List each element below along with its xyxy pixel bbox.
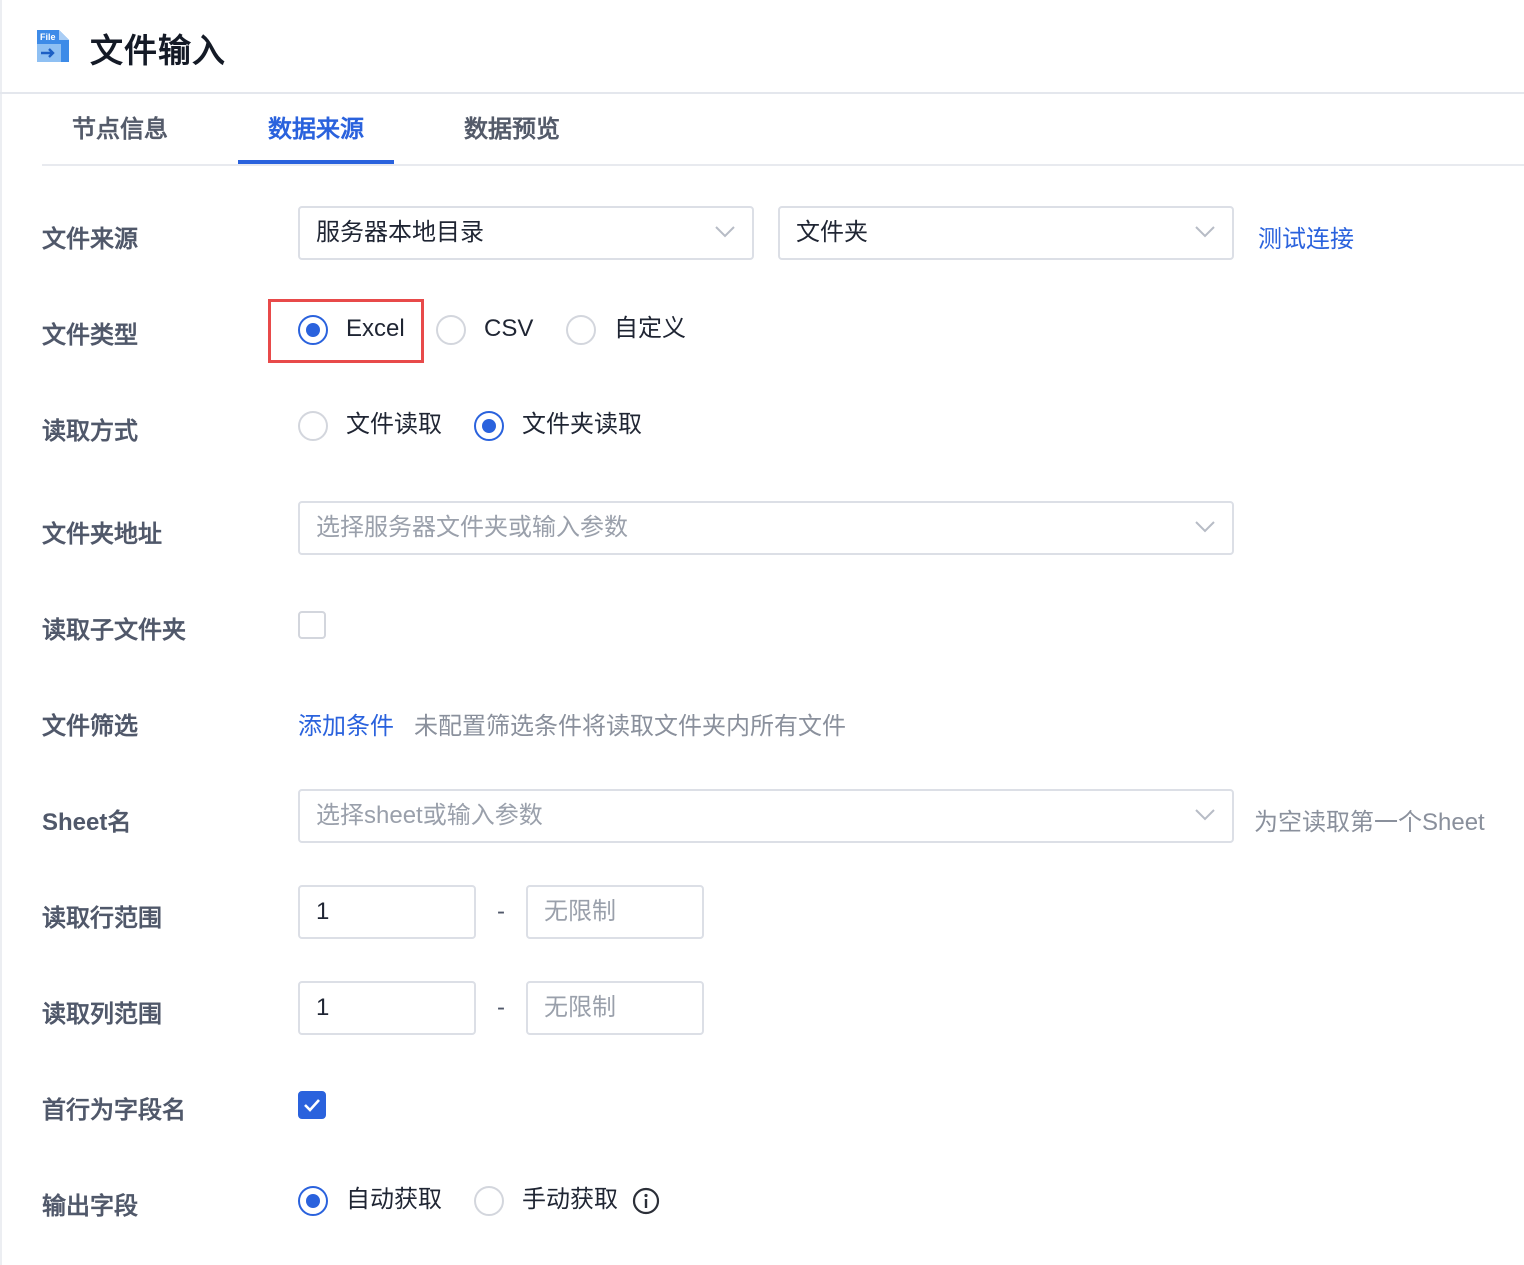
sheet-name-placeholder: 选择sheet或输入参数 <box>316 802 543 829</box>
tab-data-source[interactable]: 数据来源 <box>238 96 394 164</box>
active-tab-indicator <box>238 160 394 164</box>
range-separator: - <box>497 994 505 1021</box>
folder-path-select[interactable]: 选择服务器文件夹或输入参数 <box>298 501 1234 555</box>
first-row-header-checkbox[interactable] <box>298 1091 326 1119</box>
add-condition-link[interactable]: 添加条件 <box>298 706 394 741</box>
read-subfolder-checkbox[interactable] <box>298 611 326 639</box>
col-range-start-input[interactable] <box>300 983 474 1033</box>
radio-circle <box>298 411 328 441</box>
file-type-label: 文件类型 <box>42 322 138 349</box>
radio-circle <box>566 315 596 345</box>
source-type-select[interactable]: 文件夹 <box>778 206 1234 260</box>
range-separator: - <box>497 898 505 925</box>
sheet-name-select[interactable]: 选择sheet或输入参数 <box>298 789 1234 843</box>
file-filter-label: 文件筛选 <box>42 713 138 740</box>
radio-label: CSV <box>484 315 534 342</box>
radio-label: 文件读取 <box>346 411 442 438</box>
radio-circle <box>436 315 466 345</box>
read-subfolder-label: 读取子文件夹 <box>42 617 186 644</box>
page-title: 文件输入 <box>90 32 226 69</box>
row-range-start-input[interactable] <box>300 887 474 937</box>
file-input-icon: File <box>37 30 69 62</box>
col-range-start-field[interactable] <box>298 981 476 1035</box>
radio-label: 文件夹读取 <box>522 411 642 438</box>
chevron-down-icon <box>1195 809 1215 821</box>
file-filter-hint: 未配置筛选条件将读取文件夹内所有文件 <box>414 713 846 740</box>
panel-header: File 文件输入 <box>0 0 1524 94</box>
file-source-label: 文件来源 <box>42 226 138 253</box>
sheet-name-label: Sheet名 <box>42 809 132 836</box>
folder-path-placeholder: 选择服务器文件夹或输入参数 <box>316 514 628 541</box>
source-type-select-value: 文件夹 <box>796 219 868 246</box>
row-range-start-field[interactable] <box>298 885 476 939</box>
panel-left-border <box>0 0 2 1265</box>
first-row-header-label: 首行为字段名 <box>42 1097 186 1124</box>
radio-label: 手动获取 <box>522 1186 618 1213</box>
checkmark-icon <box>304 1099 320 1112</box>
radio-label: 自动获取 <box>346 1186 442 1213</box>
radio-circle <box>298 1186 328 1216</box>
radio-circle <box>474 1186 504 1216</box>
file-source-select[interactable]: 服务器本地目录 <box>298 206 754 260</box>
sheet-name-hint: 为空读取第一个Sheet <box>1254 809 1485 836</box>
folder-path-label: 文件夹地址 <box>42 521 162 548</box>
row-range-end-field[interactable] <box>526 885 704 939</box>
radio-circle <box>298 315 328 345</box>
tab-node-info[interactable]: 节点信息 <box>42 96 198 164</box>
col-range-end-field[interactable] <box>526 981 704 1035</box>
col-range-end-input[interactable] <box>528 983 702 1033</box>
read-mode-label: 读取方式 <box>42 418 138 445</box>
tab-data-preview[interactable]: 数据预览 <box>434 96 590 164</box>
info-icon[interactable] <box>632 1187 660 1215</box>
file-source-select-value: 服务器本地目录 <box>316 219 484 246</box>
row-range-end-input[interactable] <box>528 887 702 937</box>
radio-label: Excel <box>346 315 405 342</box>
test-connection-link[interactable]: 测试连接 <box>1258 219 1354 254</box>
chevron-down-icon <box>1195 226 1215 238</box>
radio-circle <box>474 411 504 441</box>
output-fields-label: 输出字段 <box>42 1193 138 1220</box>
col-range-label: 读取列范围 <box>42 1001 162 1028</box>
radio-label: 自定义 <box>614 315 686 342</box>
row-range-label: 读取行范围 <box>42 905 162 932</box>
svg-text:File: File <box>40 32 56 42</box>
tab-bar: 节点信息 数据来源 数据预览 <box>42 96 1524 166</box>
chevron-down-icon <box>715 226 735 238</box>
chevron-down-icon <box>1195 521 1215 533</box>
